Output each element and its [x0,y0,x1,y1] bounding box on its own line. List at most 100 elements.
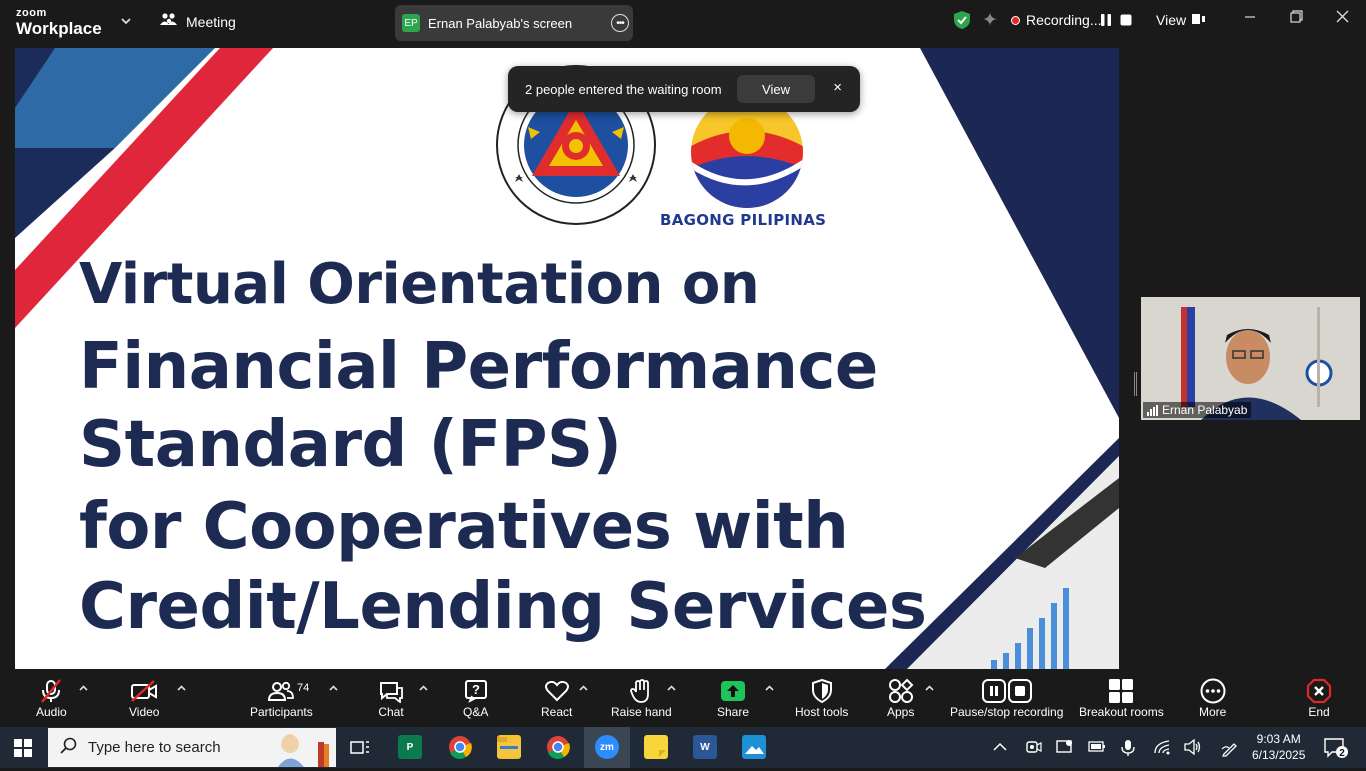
video-button[interactable]: Video [129,677,159,719]
restore-icon[interactable] [1290,10,1303,28]
zoom-workplace-logo[interactable]: zoom Workplace [16,7,102,38]
chat-button[interactable]: Chat [378,677,404,719]
participants-icon [268,677,295,705]
video-options-chevron-icon[interactable] [177,683,186,694]
battery-icon[interactable] [1088,739,1106,756]
screen-share-indicator[interactable]: EP Ernan Palabyab's screen ••• [395,5,633,41]
participant-name: Ernan Palabyab [1162,403,1248,417]
taskbar-clock[interactable]: 9:03 AM 6/13/2025 [1252,731,1305,763]
qa-button[interactable]: ? Q&A [463,677,488,719]
question-icon: ? [464,677,488,705]
clock-date: 6/13/2025 [1252,748,1306,762]
svg-text:?: ? [472,682,480,697]
audio-button[interactable]: Audio [36,677,67,719]
chat-icon [378,677,404,705]
share-button[interactable]: Share [717,677,749,719]
audio-label: Audio [36,705,67,719]
search-icon [60,737,78,759]
end-meeting-button[interactable]: End [1306,677,1332,719]
recording-status: Recording... [1011,12,1101,28]
zoom-app-icon[interactable]: zm [595,735,619,759]
screen-record-tray-icon[interactable] [1056,739,1074,758]
raise-hand-label: Raise hand [611,705,672,719]
end-call-icon [1306,677,1332,705]
chrome-profile-app-icon[interactable] [546,735,570,759]
raise-hand-options-chevron-icon[interactable] [667,683,676,694]
pause-stop-recording-button[interactable]: Pause/stop recording [950,677,1063,719]
pause-stop-icon [981,677,1032,705]
chevron-down-icon[interactable] [121,14,131,28]
waiting-room-view-button[interactable]: View [737,75,815,103]
pause-recording-button[interactable] [1097,11,1115,29]
recording-dot-icon [1011,15,1020,25]
notification-center-icon[interactable]: 2 [1324,738,1348,763]
panel-resize-handle[interactable] [1134,372,1137,396]
host-tools-button[interactable]: Host tools [795,677,848,719]
chrome-app-icon[interactable] [448,735,472,759]
recording-label: Recording... [1026,12,1102,28]
audio-options-chevron-icon[interactable] [79,683,88,694]
apps-icon [888,677,914,705]
camera-tray-icon[interactable] [1026,739,1042,758]
raise-hand-button[interactable]: Raise hand [611,677,672,719]
pen-ink-icon[interactable] [1221,739,1239,760]
clock-time: 9:03 AM [1256,732,1301,746]
breakout-grid-icon [1108,677,1134,705]
apps-options-chevron-icon[interactable] [925,683,934,694]
chat-options-chevron-icon[interactable] [419,683,428,694]
notification-count: 2 [1339,748,1345,758]
microphone-tray-icon[interactable] [1121,739,1135,760]
search-highlight-illustration-icon [276,730,334,771]
volume-icon[interactable] [1184,738,1202,758]
participants-options-chevron-icon[interactable] [329,683,338,694]
task-view-icon[interactable] [350,739,370,760]
view-menu[interactable]: View [1156,12,1206,28]
end-label: End [1308,705,1330,719]
apps-button[interactable]: Apps [887,677,914,719]
host-tools-label: Host tools [795,705,849,719]
meeting-menu[interactable]: Meeting [160,12,236,31]
react-options-chevron-icon[interactable] [579,683,588,694]
breakout-rooms-button[interactable]: Breakout rooms [1079,677,1164,719]
sticky-notes-app-icon[interactable] [644,735,668,759]
more-button[interactable]: More [1199,677,1226,719]
windows-taskbar: Type here to search P zm W 9:03 AM 6/13/… [0,727,1366,768]
meeting-toolbar: Audio Video Participants 74 Chat ? Q&A R… [0,669,1366,727]
logo-small-text: zoom [16,7,47,19]
security-shield-icon[interactable] [953,10,971,35]
react-label: React [541,705,573,719]
photos-app-icon[interactable] [742,735,766,759]
minimize-icon[interactable] [1244,10,1256,28]
windows-start-icon[interactable] [14,739,32,762]
stop-recording-button[interactable] [1117,11,1135,29]
network-icon[interactable] [1153,739,1171,758]
participant-video-tile[interactable]: Ernan Palabyab [1141,297,1360,420]
bagong-pilipinas-logo [675,96,819,213]
close-icon[interactable]: × [833,79,842,96]
slide-title-line-5: Credit/Lending Services [79,570,927,644]
muted-microphone-icon [38,677,64,705]
publisher-app-icon[interactable]: P [398,735,422,759]
react-button[interactable]: React [541,677,572,719]
taskbar-search-input[interactable]: Type here to search [48,728,336,767]
share-options-chevron-icon[interactable] [765,683,774,694]
video-label: Video [129,705,160,719]
signal-strength-icon [1147,404,1158,416]
show-hidden-icons-chevron-icon[interactable] [993,739,1007,755]
qa-label: Q&A [463,705,489,719]
meeting-label: Meeting [186,13,236,30]
top-bar: zoom Workplace Meeting EP Ernan Palabyab… [0,0,1366,44]
meeting-icon [160,12,178,31]
word-app-icon[interactable]: W [693,735,717,759]
file-explorer-icon[interactable] [497,735,521,759]
logo-big-text: Workplace [16,19,102,38]
more-dots-icon [1200,677,1226,705]
participant-count: 74 [297,682,310,694]
ai-companion-icon[interactable]: ✦ [982,9,998,32]
more-options-icon[interactable]: ••• [611,14,629,32]
view-layout-icon [1192,12,1206,28]
close-window-icon[interactable] [1336,10,1349,28]
shield-icon [811,677,833,705]
participants-label: Participants [250,705,313,719]
search-placeholder: Type here to search [88,739,221,756]
